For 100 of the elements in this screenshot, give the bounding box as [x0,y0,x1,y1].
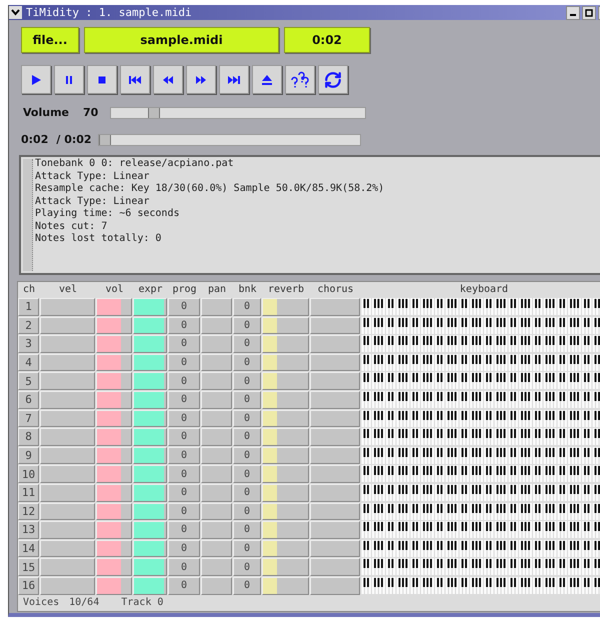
pause-button[interactable] [54,65,84,94]
column-header: vol [104,284,125,295]
log-line: Notes cut: 7 [35,220,108,233]
bank-cell: 0 [233,390,261,409]
program-cell: 0 [168,428,200,446]
column-header: ch [22,284,36,295]
pan-meter [201,298,232,316]
pan-meter [201,521,232,539]
program-cell: 0 [168,390,200,409]
pan-meter [201,335,232,353]
bank-cell: 0 [233,372,261,390]
column-header: vel [58,284,78,295]
bank-cell: 0 [233,558,261,576]
bank-cell: 0 [233,410,261,428]
channel-number: 2 [18,316,39,334]
bank-cell: 0 [233,465,261,483]
minimize-button[interactable] [566,6,580,20]
program-cell: 0 [168,576,200,594]
repeat-icon [324,70,342,88]
log-line: Attack Type: Linear [35,170,150,183]
program-cell: 0 [168,484,200,502]
pan-meter [201,540,232,558]
program-cell: 0 [168,446,200,464]
channel-number: 12 [18,502,39,520]
last-button[interactable] [219,65,249,94]
bank-cell: 0 [233,576,261,594]
channel-number: 16 [18,576,39,594]
pan-meter [201,558,232,576]
maximize-button[interactable] [582,6,596,20]
channel-number: 1 [18,298,39,316]
program-cell: 0 [168,465,200,483]
rewind-button[interactable] [153,65,183,94]
program-cell: 0 [168,502,200,520]
scrollbar[interactable] [23,159,33,271]
forward-button[interactable] [186,65,216,94]
track-label: Track 0 [121,597,164,608]
channel-number: 11 [18,484,39,502]
column-header: keyboard [458,284,510,295]
column-header: chorus [316,284,355,295]
eject-button[interactable] [252,65,282,94]
log-line: Playing time: ~6 seconds [35,208,180,220]
channel-number: 13 [18,521,39,539]
play-icon [29,72,43,86]
pan-meter [201,465,232,483]
repeat-button[interactable] [318,65,348,94]
first-button[interactable] [120,65,150,94]
channel-number: 9 [18,446,39,464]
channel-number: 14 [18,540,39,558]
file-button[interactable]: file... [21,27,79,53]
window-title: TiMidity : 1. sample.midi [26,6,192,19]
pan-meter [201,446,232,464]
bank-cell: 0 [233,540,261,558]
pan-meter [201,576,232,594]
channel-number: 3 [18,335,39,353]
bank-cell: 0 [233,354,261,372]
voices-count: 10/64 [69,597,100,608]
program-cell: 0 [168,410,200,428]
program-cell: 0 [168,372,200,390]
play-button[interactable] [21,65,51,94]
bank-cell: 0 [233,428,261,446]
voices-label: Voices [23,597,60,608]
column-header: pan [206,284,228,295]
channel-number: 15 [18,558,39,576]
pan-meter [201,316,232,334]
help-button[interactable] [285,65,315,94]
pan-meter [201,484,232,502]
program-cell: 0 [168,540,200,558]
column-header: bnk [237,284,258,295]
program-cell: 0 [168,335,200,353]
eject-icon [260,72,274,86]
position-slider[interactable] [98,134,361,146]
window-menu-button[interactable] [9,6,22,19]
bank-cell: 0 [233,484,261,502]
maximize-icon [585,8,593,16]
program-cell: 0 [168,298,200,316]
slider-thumb[interactable] [148,108,160,118]
stop-button[interactable] [87,65,117,94]
slider-thumb[interactable] [98,134,111,144]
column-header: reverb [266,284,306,295]
channel-number: 8 [18,428,39,446]
column-header: prog [171,284,198,295]
bank-cell: 0 [233,446,261,464]
program-cell: 0 [168,558,200,576]
program-cell: 0 [168,316,200,334]
pan-meter [201,390,232,409]
time-display: 0:02 [284,27,370,53]
bank-cell: 0 [233,502,261,520]
total-time: / 0:02 [56,133,92,146]
program-cell: 0 [168,521,200,539]
channel-number: 5 [18,372,39,390]
volume-label: Volume [23,106,69,119]
channel-number: 4 [18,354,39,372]
chevron-down-icon [11,9,20,16]
bank-cell: 0 [233,521,261,539]
channel-number: 10 [18,465,39,483]
volume-slider[interactable] [110,106,366,118]
log-line: Tonebank 0 0: release/acpiano.pat [35,158,235,170]
channel-number: 6 [18,390,39,409]
log-line: Attack Type: Linear [35,196,150,208]
bank-cell: 0 [233,298,261,316]
